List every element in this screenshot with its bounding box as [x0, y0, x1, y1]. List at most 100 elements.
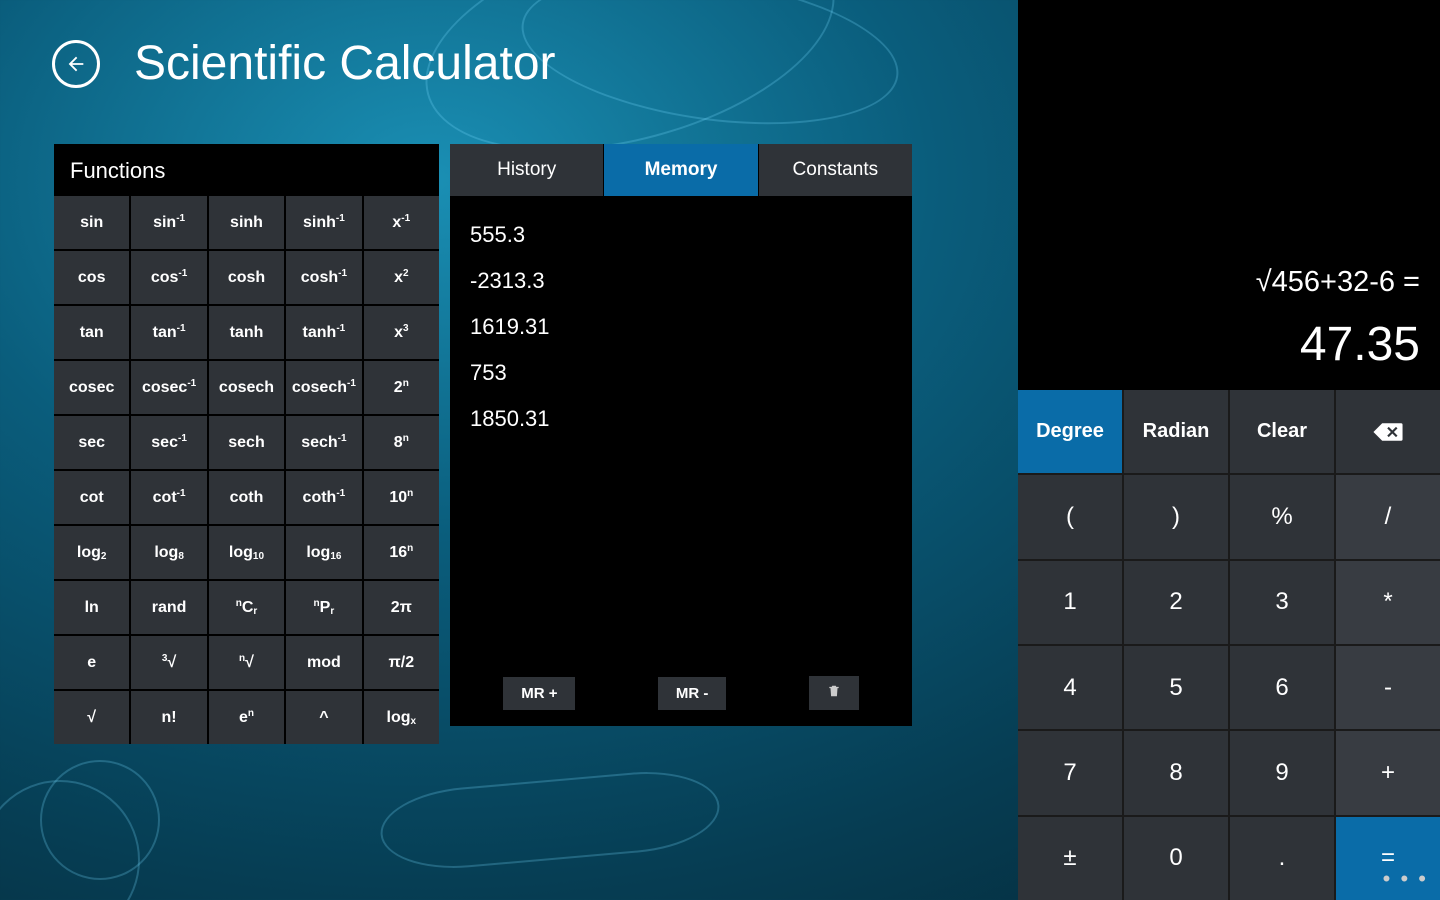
function-button[interactable]: rand — [131, 581, 206, 634]
add-button[interactable]: + — [1336, 731, 1440, 814]
function-button[interactable]: logx — [364, 691, 439, 744]
expression-display: √456+32-6 = — [1256, 266, 1420, 299]
subtract-button[interactable]: - — [1336, 646, 1440, 729]
function-button[interactable]: cosec — [54, 361, 129, 414]
function-button[interactable]: sech — [209, 416, 284, 469]
memory-plus-button[interactable]: MR + — [503, 677, 575, 710]
function-button[interactable]: cosech — [209, 361, 284, 414]
function-button[interactable]: tan — [54, 306, 129, 359]
digit-0-button[interactable]: 0 — [1124, 817, 1228, 900]
function-button[interactable]: sinh-1 — [286, 196, 361, 249]
function-button[interactable]: 2π — [364, 581, 439, 634]
function-button[interactable]: cosec-1 — [131, 361, 206, 414]
close-paren-button[interactable]: ) — [1124, 475, 1228, 558]
digit-9-button[interactable]: 9 — [1230, 731, 1334, 814]
function-button[interactable]: cos — [54, 251, 129, 304]
memory-minus-button[interactable]: MR - — [658, 677, 727, 710]
back-button[interactable] — [52, 40, 100, 88]
percent-button[interactable]: % — [1230, 475, 1334, 558]
function-button[interactable]: e — [54, 636, 129, 689]
function-button[interactable]: sinh — [209, 196, 284, 249]
open-paren-button[interactable]: ( — [1018, 475, 1122, 558]
multiply-button[interactable]: * — [1336, 561, 1440, 644]
digit-6-button[interactable]: 6 — [1230, 646, 1334, 729]
memory-delete-button[interactable] — [809, 676, 859, 710]
trash-icon — [827, 684, 841, 698]
decimal-button[interactable]: . — [1230, 817, 1334, 900]
function-button[interactable]: nCr — [209, 581, 284, 634]
function-button[interactable]: ln — [54, 581, 129, 634]
memory-actions: MR + MR - — [450, 664, 912, 726]
function-button[interactable]: tan-1 — [131, 306, 206, 359]
tab-history[interactable]: History — [450, 144, 604, 196]
function-button[interactable]: cosech-1 — [286, 361, 361, 414]
divide-button[interactable]: / — [1336, 475, 1440, 558]
function-button[interactable]: tanh — [209, 306, 284, 359]
decoration — [512, 0, 908, 146]
backspace-icon — [1372, 421, 1404, 443]
function-button[interactable]: π/2 — [364, 636, 439, 689]
function-button[interactable]: sin — [54, 196, 129, 249]
arrow-left-icon — [65, 53, 87, 75]
functions-grid: sinsin-1sinhsinh-1x-1 coscos-1coshcosh-1x… — [54, 196, 439, 744]
function-button[interactable]: cosh — [209, 251, 284, 304]
function-button[interactable]: cot — [54, 471, 129, 524]
tabs: HistoryMemoryConstants — [450, 144, 912, 196]
function-button[interactable]: n! — [131, 691, 206, 744]
function-button[interactable]: 3√ — [131, 636, 206, 689]
function-button[interactable]: 2n — [364, 361, 439, 414]
function-button[interactable]: coth — [209, 471, 284, 524]
memory-item[interactable]: 1619.31 — [470, 304, 892, 350]
memory-item[interactable]: 753 — [470, 350, 892, 396]
function-button[interactable]: log8 — [131, 526, 206, 579]
tab-constants[interactable]: Constants — [759, 144, 912, 196]
function-button[interactable]: log16 — [286, 526, 361, 579]
function-button[interactable]: sech-1 — [286, 416, 361, 469]
function-button[interactable]: mod — [286, 636, 361, 689]
digit-5-button[interactable]: 5 — [1124, 646, 1228, 729]
digit-7-button[interactable]: 7 — [1018, 731, 1122, 814]
function-button[interactable]: en — [209, 691, 284, 744]
backspace-button[interactable] — [1336, 390, 1440, 473]
more-button[interactable]: • • • — [1383, 866, 1428, 892]
function-button[interactable]: sin-1 — [131, 196, 206, 249]
digit-3-button[interactable]: 3 — [1230, 561, 1334, 644]
degree-button[interactable]: Degree — [1018, 390, 1122, 473]
function-button[interactable]: cosh-1 — [286, 251, 361, 304]
function-button[interactable]: √ — [54, 691, 129, 744]
function-button[interactable]: x3 — [364, 306, 439, 359]
memory-item[interactable]: -2313.3 — [470, 258, 892, 304]
memory-item[interactable]: 1850.31 — [470, 396, 892, 442]
function-button[interactable]: n√ — [209, 636, 284, 689]
function-button[interactable]: cos-1 — [131, 251, 206, 304]
function-button[interactable]: coth-1 — [286, 471, 361, 524]
calculator-panel: √456+32-6 = 47.35 DegreeRadianClear()%/1… — [1018, 0, 1440, 900]
memory-item[interactable]: 555.3 — [470, 212, 892, 258]
digit-8-button[interactable]: 8 — [1124, 731, 1228, 814]
display: √456+32-6 = 47.35 — [1018, 0, 1440, 390]
clear-button[interactable]: Clear — [1230, 390, 1334, 473]
radian-button[interactable]: Radian — [1124, 390, 1228, 473]
function-button[interactable]: log2 — [54, 526, 129, 579]
page-title: Scientific Calculator — [134, 36, 556, 91]
digit-2-button[interactable]: 2 — [1124, 561, 1228, 644]
decoration — [0, 780, 140, 900]
function-button[interactable]: 10n — [364, 471, 439, 524]
function-button[interactable]: 8n — [364, 416, 439, 469]
keypad: DegreeRadianClear()%/123*456-789+±0.= — [1018, 390, 1440, 900]
function-button[interactable]: x-1 — [364, 196, 439, 249]
function-button[interactable]: sec-1 — [131, 416, 206, 469]
function-button[interactable]: nPr — [286, 581, 361, 634]
sign-button[interactable]: ± — [1018, 817, 1122, 900]
function-button[interactable]: sec — [54, 416, 129, 469]
memory-list: 555.3-2313.31619.317531850.31 — [450, 196, 912, 664]
tab-memory[interactable]: Memory — [604, 144, 758, 196]
function-button[interactable]: cot-1 — [131, 471, 206, 524]
digit-4-button[interactable]: 4 — [1018, 646, 1122, 729]
function-button[interactable]: log10 — [209, 526, 284, 579]
digit-1-button[interactable]: 1 — [1018, 561, 1122, 644]
function-button[interactable]: x2 — [364, 251, 439, 304]
function-button[interactable]: tanh-1 — [286, 306, 361, 359]
function-button[interactable]: 16n — [364, 526, 439, 579]
function-button[interactable]: ^ — [286, 691, 361, 744]
